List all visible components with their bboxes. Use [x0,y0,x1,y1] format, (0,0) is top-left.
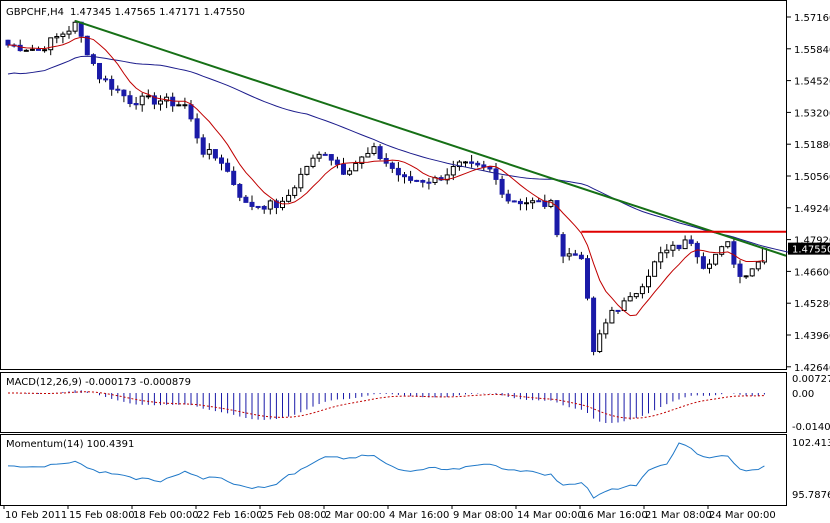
candle [499,175,505,198]
macd-label: MACD(12,26,9) -0.000173 -0.000879 [6,377,191,388]
indicator-tick: 95.7876 [792,490,830,501]
price-tick: 1.53200 [794,108,830,119]
price-axis: 1.57160 1.55840 1.54520 1.53200 1.51880 1.505… [787,13,830,501]
main-panel-frame [0,0,787,370]
time-tick: 9 Mar 08:00 [453,510,513,521]
symbol-label: GBPCHF,H4 [6,7,64,18]
candle [652,260,658,277]
indicator-tick: 0.00 [792,389,814,400]
indicator-tick: -0.01403 [792,422,830,433]
price-tick: 1.51880 [794,140,830,151]
price-tick: 1.43960 [794,331,830,342]
time-tick: 14 Mar 00:00 [517,510,584,521]
time-tick: 25 Feb 08:00 [261,510,327,521]
current-price-label: 1.47550 [792,245,830,256]
chart-canvas[interactable]: 1.57160 1.55840 1.54520 1.53200 1.51880 1.505… [0,0,830,523]
candle [90,53,96,66]
time-tick: 2 Mar 00:00 [325,510,385,521]
price-tick: 1.46600 [794,267,830,278]
time-tick: 15 Feb 08:00 [69,510,135,521]
candle [200,134,206,158]
chart-window[interactable]: 1.57160 1.55840 1.54520 1.53200 1.51880 1.505… [0,0,830,523]
price-tick: 1.57160 [794,13,830,24]
candle [731,238,737,268]
time-axis: 10 Feb 2011 15 Feb 08:0018 Feb 00:0022 Fe… [3,505,776,521]
candle [713,253,719,266]
price-tick: 1.45280 [794,299,830,310]
time-tick: 10 Feb 2011 [5,510,67,521]
time-tick: 16 Mar 16:00 [581,510,648,521]
price-tick: 1.49240 [794,204,830,215]
price-tick: 1.55840 [794,45,830,56]
price-tick: 1.54520 [794,77,830,88]
time-tick: 22 Feb 16:00 [197,510,263,521]
candle [761,247,767,265]
time-tick: 24 Mar 00:00 [709,510,776,521]
price-tick: 1.42640 [794,363,830,374]
time-tick: 18 Feb 00:00 [133,510,199,521]
momentum-label: Momentum(14) 100.4391 [6,439,134,450]
candle [511,200,517,203]
candle [377,144,383,161]
price-tick: 1.50560 [794,172,830,183]
indicator-tick: 0.007277 [792,374,830,385]
indicator-tick: 102.4133 [792,438,830,449]
candle [591,296,597,356]
time-tick: 21 Mar 08:00 [645,510,712,521]
ohlc-label: 1.47345 1.47565 1.47171 1.47550 [70,7,245,18]
time-tick: 4 Mar 16:00 [389,510,449,521]
candle [585,255,590,301]
candle [749,268,755,277]
candle [304,165,310,176]
candle [414,179,420,183]
